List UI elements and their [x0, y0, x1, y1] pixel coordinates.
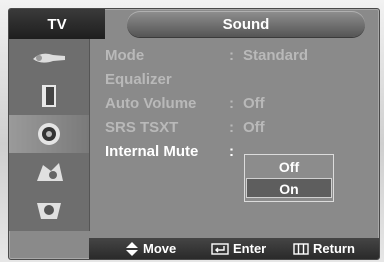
help-bar: Move Enter Return	[89, 238, 379, 259]
help-return: Return	[293, 238, 355, 259]
internal-mute-dropdown[interactable]: Off On	[244, 154, 334, 202]
menu-title: Sound	[127, 11, 365, 37]
menu-item-label: SRS TSXT	[105, 119, 179, 136]
option-label: Off	[278, 159, 300, 175]
option-off[interactable]: Off	[246, 157, 332, 177]
menu-item-srs-tsxt[interactable]: SRS TSXT : Off	[105, 117, 375, 139]
menu-item-value: Standard	[243, 47, 309, 64]
menu-tab-tv: TV	[9, 9, 105, 39]
return-icon	[293, 242, 309, 255]
menu-item-label: Mode	[105, 47, 145, 64]
help-enter-label: Enter	[233, 241, 267, 256]
menu-item-label: Equalizer	[105, 71, 172, 88]
help-return-label: Return	[313, 241, 355, 256]
menu-item-value: Off	[243, 95, 265, 112]
menu-item-equalizer[interactable]: Equalizer	[105, 69, 375, 91]
channel-icon	[37, 163, 63, 181]
help-move: Move	[125, 238, 176, 259]
setup-icon	[37, 203, 61, 219]
tv-screen: TV Sound Mode: Standard Equalizer Auto …	[0, 0, 384, 262]
menu-icon-column	[9, 39, 90, 231]
separator: :	[229, 143, 234, 160]
option-on[interactable]: On	[246, 178, 332, 198]
menu-item-label: Internal Mute	[105, 143, 199, 160]
menu-item-label: Auto Volume	[105, 95, 197, 112]
sidebar-item-input[interactable]	[9, 39, 89, 77]
help-move-label: Move	[143, 241, 177, 256]
input-icon	[33, 53, 65, 63]
help-enter: Enter	[211, 238, 266, 259]
menu-name: TV	[47, 15, 67, 33]
sidebar-item-picture[interactable]	[9, 77, 89, 115]
menu-item-auto-volume[interactable]: Auto Volume : Off	[105, 93, 375, 115]
option-label: On	[279, 181, 299, 197]
menu-title-text: Sound	[222, 15, 270, 33]
menu-item-mode[interactable]: Mode : Standard	[105, 45, 375, 67]
picture-icon	[42, 85, 56, 107]
separator: :	[229, 119, 234, 136]
enter-icon	[211, 242, 229, 255]
sidebar-item-sound[interactable]	[9, 115, 89, 153]
sidebar-item-setup[interactable]	[9, 191, 89, 229]
menu-item-value: Off	[243, 119, 265, 136]
menu-item-internal-mute[interactable]: Internal Mute :	[105, 141, 375, 163]
separator: :	[229, 95, 234, 112]
osd-menu: TV Sound Mode: Standard Equalizer Auto …	[8, 8, 380, 260]
updown-arrow-icon	[126, 241, 138, 256]
separator: :	[229, 47, 234, 64]
sidebar-item-channel[interactable]	[9, 153, 89, 191]
sound-icon	[38, 123, 60, 145]
